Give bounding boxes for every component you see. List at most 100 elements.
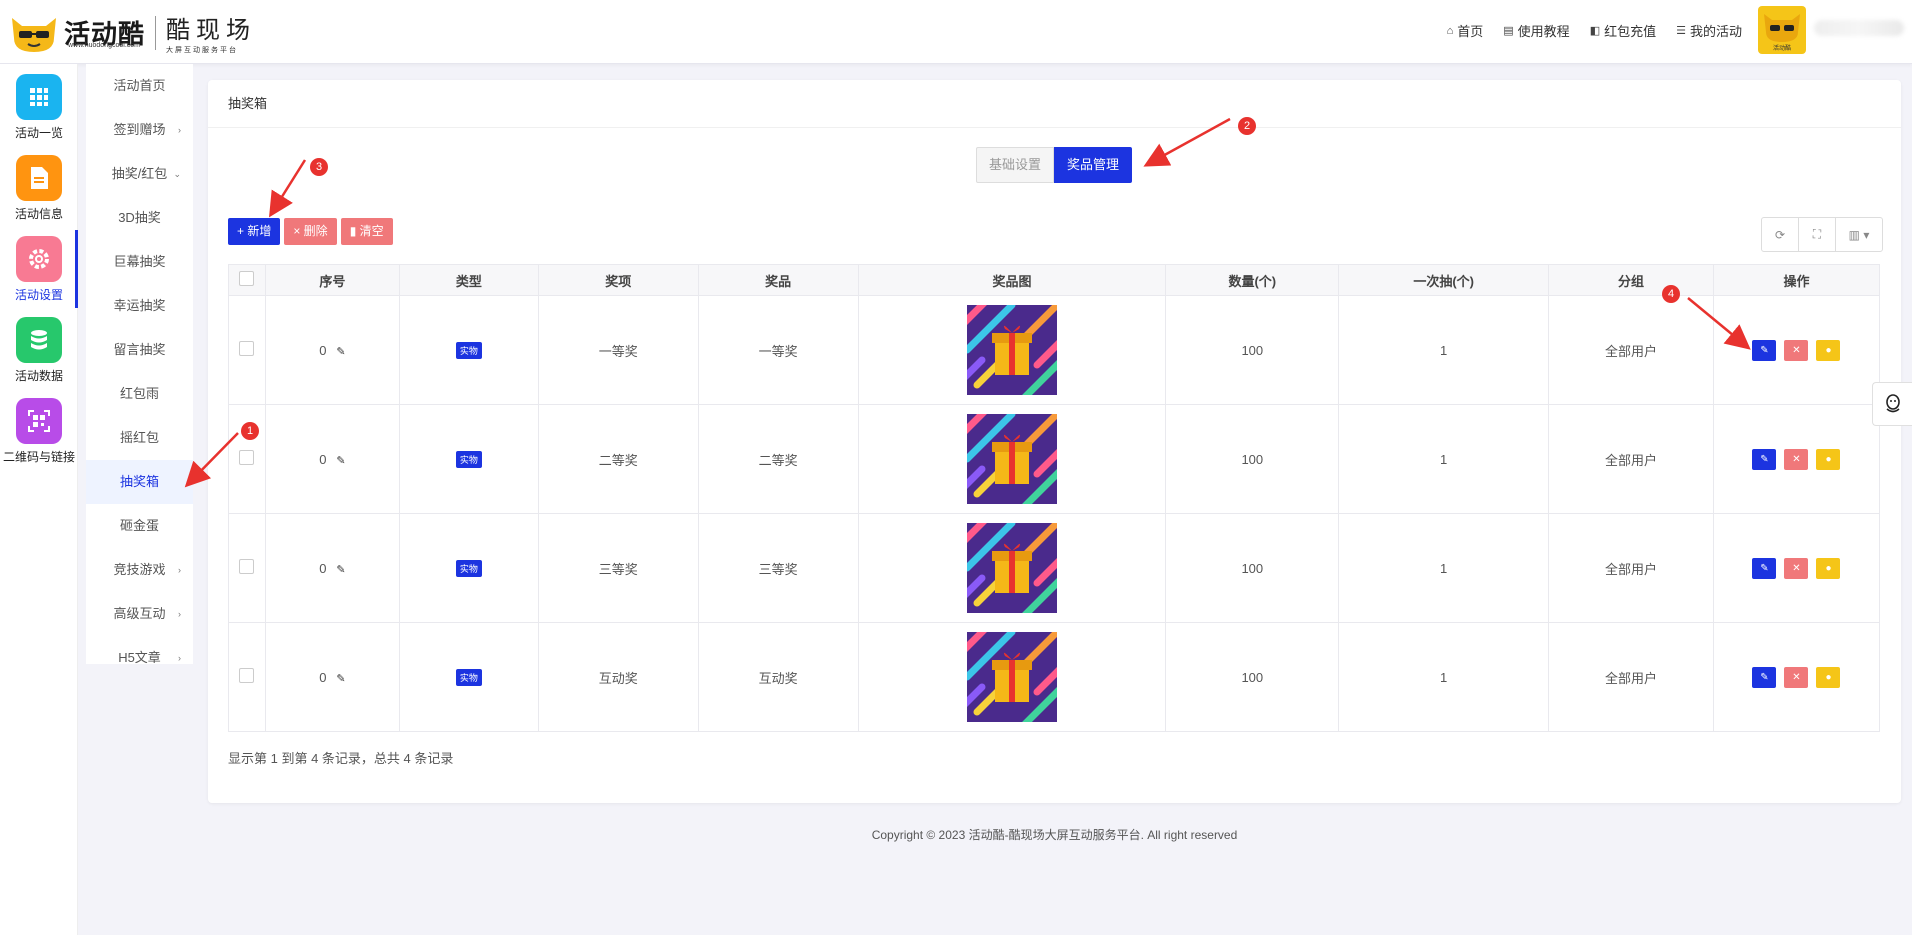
home-icon: ⌂ <box>1446 24 1454 37</box>
row-checkbox[interactable] <box>239 668 255 683</box>
fullscreen-button[interactable]: ⛶ <box>1799 218 1836 251</box>
submenu-item-lucky-lottery[interactable]: 幸运抽奖 <box>86 284 193 328</box>
brand-sub-title: 酷现场 <box>166 17 257 44</box>
avatar-caption: 活动酷 <box>1772 46 1791 52</box>
type-badge: 实物 <box>455 668 482 686</box>
close-icon: ✕ <box>1792 344 1801 356</box>
col-header[interactable]: 一次抽(个) <box>1338 264 1550 296</box>
nav-recharge[interactable]: ◧ 红包充值 <box>1590 21 1656 40</box>
submenu-item-golden-egg[interactable]: 砸金蛋 <box>86 504 193 548</box>
col-header[interactable]: 奖品图 <box>857 264 1167 296</box>
edit-index-pencil-icon[interactable]: ✎ <box>336 455 345 467</box>
rail-item-qrcode-links[interactable]: 二维码与链接 <box>0 392 78 470</box>
assign-user-button[interactable]: ● <box>1816 666 1841 688</box>
table-row: 0 ✎ 实物 三等奖 三等奖 100 1 全部用户 ✎ ✕ ● <box>228 513 1881 623</box>
cell-award: 二等奖 <box>537 404 699 514</box>
index-value: 0 <box>319 560 327 576</box>
delete-row-button[interactable]: ✕ <box>1784 557 1809 579</box>
submenu-item-redpacket-rain[interactable]: 红包雨 <box>86 372 193 416</box>
col-header[interactable]: 类型 <box>398 264 539 296</box>
cell-index: 0 ✎ <box>264 513 400 623</box>
col-header[interactable]: 序号 <box>264 264 400 296</box>
col-header[interactable]: 数量(个) <box>1165 264 1340 296</box>
col-header[interactable]: 分组 <box>1548 264 1714 296</box>
edit-row-button[interactable]: ✎ <box>1752 666 1777 688</box>
tab-basic-settings[interactable]: 基础设置 <box>976 147 1055 183</box>
submenu-item-giant-lottery[interactable]: 巨幕抽奖 <box>86 240 193 284</box>
row-checkbox[interactable] <box>239 450 255 465</box>
submenu-item-lottery-box[interactable]: 抽奖箱 <box>86 460 193 504</box>
wallet-icon: ◧ <box>1589 25 1601 37</box>
index-value: 0 <box>319 669 327 685</box>
rail-label: 活动数据 <box>14 369 63 383</box>
rail-item-activity-info[interactable]: 活动信息 <box>0 149 78 227</box>
submenu-item-activity-home[interactable]: 活动首页 <box>86 64 193 108</box>
assign-user-button[interactable]: ● <box>1816 339 1841 361</box>
avatar[interactable]: 活动酷 <box>1758 6 1806 54</box>
edit-row-button[interactable]: ✎ <box>1752 557 1777 579</box>
prize-gift-image <box>966 414 1057 504</box>
submenu-item-competitive-games[interactable]: 竞技游戏 › <box>86 548 193 592</box>
nav-tutorial[interactable]: ▤ 使用教程 <box>1503 21 1569 40</box>
cell-prize-image <box>857 513 1167 623</box>
submenu-label: 抽奖箱 <box>119 474 159 489</box>
brand-logo[interactable]: 活动酷 www.huodongcool.com 酷现场 大屏互动服务平台 <box>8 10 256 55</box>
assign-user-button[interactable]: ● <box>1816 557 1841 579</box>
user-icon: ● <box>1825 344 1832 356</box>
index-value: 0 <box>319 451 327 467</box>
pencil-icon: ✎ <box>1760 671 1769 683</box>
assign-user-button[interactable]: ● <box>1816 448 1841 470</box>
delete-row-button[interactable]: ✕ <box>1784 339 1809 361</box>
rail-item-activity-settings[interactable]: 活动设置 <box>0 230 78 308</box>
cell-type: 实物 <box>398 295 539 405</box>
rail-item-activity-list[interactable]: 活动一览 <box>0 68 78 146</box>
rail-item-activity-data[interactable]: 活动数据 <box>0 311 78 389</box>
edit-row-button[interactable]: ✎ <box>1752 339 1777 361</box>
top-header: 活动酷 www.huodongcool.com 酷现场 大屏互动服务平台 ⌂ 首… <box>0 0 1912 64</box>
columns-toggle-button[interactable]: ▥ ▾ <box>1836 218 1882 251</box>
submenu-item-advanced-interaction[interactable]: 高级互动 › <box>86 592 193 636</box>
nav-my-activities[interactable]: ☰ 我的活动 <box>1676 21 1742 40</box>
qq-support-button[interactable] <box>1872 382 1912 426</box>
qq-penguin-icon <box>1885 394 1900 413</box>
submenu-item-3d-lottery[interactable]: 3D抽奖 <box>86 196 193 240</box>
delete-row-button[interactable]: ✕ <box>1784 666 1809 688</box>
add-button[interactable]: + 新增 <box>228 218 281 245</box>
logo-divider <box>155 15 157 50</box>
cell-index: 0 ✎ <box>264 404 400 514</box>
submenu-item-checkin[interactable]: 签到赠场 › <box>86 108 193 152</box>
submenu-item-lottery-redpacket[interactable]: 抽奖/红包 ⌄ <box>86 152 193 196</box>
col-header[interactable]: 奖项 <box>537 264 699 296</box>
cell-group: 全部用户 <box>1548 622 1714 732</box>
submenu-item-message-lottery[interactable]: 留言抽奖 <box>86 328 193 372</box>
edit-index-pencil-icon[interactable]: ✎ <box>336 346 345 358</box>
edit-row-button[interactable]: ✎ <box>1752 448 1777 470</box>
username-blurred[interactable] <box>1814 20 1904 36</box>
nav-home[interactable]: ⌂ 首页 <box>1447 21 1484 40</box>
table-row: 0 ✎ 实物 二等奖 二等奖 100 1 全部用户 ✎ ✕ ● <box>228 404 1881 514</box>
cell-prize: 互动奖 <box>697 622 859 732</box>
cell-award: 三等奖 <box>537 513 699 623</box>
submenu-item-h5-article[interactable]: H5文章 › <box>86 636 193 680</box>
pagination-summary: 显示第 1 到第 4 条记录，总共 4 条记录 <box>228 751 454 766</box>
cat-logo-icon <box>12 17 56 52</box>
delete-row-button[interactable]: ✕ <box>1784 448 1809 470</box>
edit-index-pencil-icon[interactable]: ✎ <box>336 673 345 685</box>
row-checkbox[interactable] <box>239 341 255 356</box>
refresh-button[interactable]: ⟳ <box>1762 218 1799 251</box>
tab-prize-management[interactable]: 奖品管理 <box>1054 147 1133 183</box>
chevron-right-icon: › <box>178 125 181 135</box>
delete-button[interactable]: × 删除 <box>284 218 337 245</box>
select-all-cell <box>228 264 266 296</box>
submenu-item-shake-redpacket[interactable]: 摇红包 <box>86 416 193 460</box>
clear-button[interactable]: ▮ 清空 <box>340 218 393 245</box>
cell-per-draw: 1 <box>1338 404 1550 514</box>
row-checkbox[interactable] <box>239 559 255 574</box>
col-header[interactable]: 奖品 <box>697 264 859 296</box>
cell-operations: ✎ ✕ ● <box>1712 513 1881 623</box>
cell-prize-image <box>857 295 1167 405</box>
select-all-checkbox[interactable] <box>239 271 255 286</box>
user-icon: ● <box>1825 453 1832 465</box>
trash-icon: ▮ <box>349 224 360 238</box>
edit-index-pencil-icon[interactable]: ✎ <box>336 564 345 576</box>
